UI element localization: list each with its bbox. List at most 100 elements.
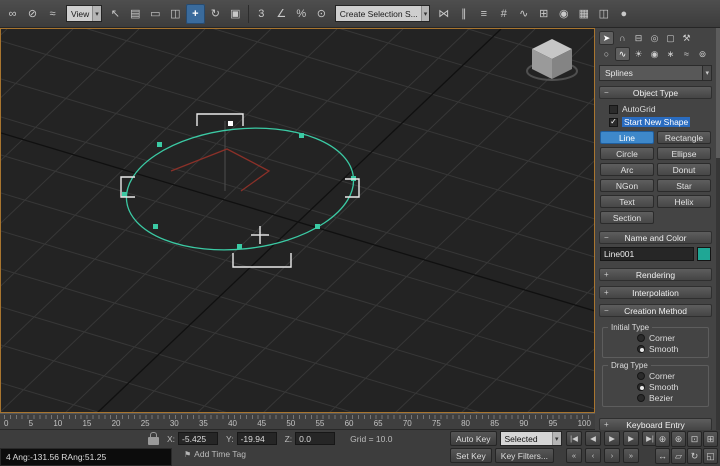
- timeline-frame-label[interactable]: 50: [286, 419, 295, 428]
- rollout-name-and-color-header[interactable]: − Name and Color: [599, 231, 712, 244]
- maximize-viewport-toggle-icon[interactable]: ◱: [703, 448, 718, 464]
- bind-to-space-warp-icon[interactable]: ≈: [43, 4, 62, 24]
- rectangular-selection-region-icon[interactable]: ▭: [146, 4, 165, 24]
- start-new-shape-checkbox[interactable]: ✓ Start New Shape: [609, 116, 711, 128]
- splines-dropdown[interactable]: Splines ▾: [599, 65, 712, 81]
- command-panel-scrollbar[interactable]: [716, 28, 720, 430]
- timeline-frame-label[interactable]: 85: [490, 419, 499, 428]
- timeline-frame-label[interactable]: 65: [374, 419, 383, 428]
- go-to-start-icon[interactable]: |◀: [566, 431, 582, 446]
- object-type-button-text[interactable]: Text: [600, 195, 654, 208]
- object-type-button-line[interactable]: Line: [600, 131, 654, 144]
- selection-filter-dropdown[interactable]: Selected ▾: [500, 431, 562, 446]
- radio-button-icon[interactable]: [637, 394, 645, 402]
- object-type-button-star[interactable]: Star: [657, 179, 711, 192]
- dropdown-arrow-icon[interactable]: ▾: [552, 432, 561, 445]
- category-systems[interactable]: ⊚: [695, 47, 710, 61]
- named-selection-set-dropdown[interactable]: Create Selection S... ▾: [335, 5, 430, 22]
- timeline-frame-label[interactable]: 45: [257, 419, 266, 428]
- dropdown-arrow-icon[interactable]: ▾: [421, 6, 430, 21]
- object-type-button-arc[interactable]: Arc: [600, 163, 654, 176]
- checkmark-icon[interactable]: ✓: [609, 118, 618, 127]
- timeline-frame-label[interactable]: 95: [548, 419, 557, 428]
- tab-modify[interactable]: ∩: [615, 31, 630, 45]
- object-color-swatch[interactable]: [697, 247, 711, 261]
- timeline-frame-label[interactable]: 100: [578, 419, 591, 428]
- rollout-object-type-header[interactable]: − Object Type: [599, 86, 712, 99]
- track-bar[interactable]: 0510152025303540455055606570758085909510…: [0, 413, 595, 430]
- graphite-modeling-tools-icon[interactable]: #: [494, 4, 513, 24]
- select-object-icon[interactable]: ↖: [106, 4, 125, 24]
- timeline-frame-label[interactable]: 90: [519, 419, 528, 428]
- view-dropdown[interactable]: View ▾: [66, 5, 102, 22]
- select-and-scale-icon[interactable]: ▣: [226, 4, 245, 24]
- timeline-frame-label[interactable]: 40: [228, 419, 237, 428]
- timeline-frame-label[interactable]: 60: [345, 419, 354, 428]
- timeline-frame-label[interactable]: 55: [315, 419, 324, 428]
- percent-snap-toggle-icon[interactable]: %: [292, 4, 311, 24]
- render-production-icon[interactable]: ●: [614, 4, 633, 24]
- category-geometry[interactable]: ○: [599, 47, 614, 61]
- timeline-frame-label[interactable]: 70: [403, 419, 412, 428]
- viewcube[interactable]: [527, 39, 577, 80]
- object-type-button-circle[interactable]: Circle: [600, 147, 654, 160]
- object-name-field[interactable]: Line001: [600, 247, 694, 261]
- perspective-viewport[interactable]: [0, 28, 595, 413]
- radio-button-icon[interactable]: [637, 372, 645, 380]
- timeline-frame-label[interactable]: 75: [432, 419, 441, 428]
- field-of-view-icon[interactable]: ▱: [671, 448, 686, 464]
- radio-smooth[interactable]: Smooth: [603, 381, 708, 392]
- radio-button-icon[interactable]: [637, 383, 645, 391]
- previous-key-icon[interactable]: «: [566, 448, 582, 463]
- radio-smooth[interactable]: Smooth: [603, 343, 708, 354]
- play-animation-icon[interactable]: ▶: [604, 431, 620, 446]
- previous-frame-icon[interactable]: ◀: [585, 431, 601, 446]
- manage-layers-icon[interactable]: ≡: [474, 4, 493, 24]
- auto-key-button[interactable]: Auto Key: [450, 431, 497, 446]
- object-type-button-ngon[interactable]: NGon: [600, 179, 654, 192]
- rollout-interpolation-header[interactable]: + Interpolation: [599, 286, 712, 299]
- select-and-link-icon[interactable]: ∞: [3, 4, 22, 24]
- select-by-name-icon[interactable]: ▤: [126, 4, 145, 24]
- select-and-move-icon[interactable]: +: [186, 4, 205, 24]
- angle-snap-toggle-icon[interactable]: ∠: [272, 4, 291, 24]
- timeline-frame-label[interactable]: 0: [4, 419, 8, 428]
- object-type-button-ellipse[interactable]: Ellipse: [657, 147, 711, 160]
- viewport-canvas[interactable]: [1, 29, 594, 412]
- curve-editor-icon[interactable]: ∿: [514, 4, 533, 24]
- key-filters-button[interactable]: Key Filters...: [495, 448, 554, 463]
- align-icon[interactable]: ∥: [454, 4, 473, 24]
- schematic-view-icon[interactable]: ⊞: [534, 4, 553, 24]
- zoom-icon[interactable]: ⊕: [655, 431, 670, 447]
- sub-frame-left-icon[interactable]: ‹: [585, 448, 601, 463]
- unlink-selection-icon[interactable]: ⊘: [23, 4, 42, 24]
- category-helpers[interactable]: ∗: [663, 47, 678, 61]
- rendered-frame-window-icon[interactable]: ◫: [594, 4, 613, 24]
- mirror-icon[interactable]: ⋈: [434, 4, 453, 24]
- pan-view-icon[interactable]: ↔: [655, 448, 670, 464]
- object-type-button-rectangle[interactable]: Rectangle: [657, 131, 711, 144]
- orbit-icon[interactable]: ↻: [687, 448, 702, 464]
- checkbox-icon[interactable]: [609, 105, 618, 114]
- sub-frame-right-icon[interactable]: ›: [604, 448, 620, 463]
- window-crossing-icon[interactable]: ◫: [166, 4, 185, 24]
- object-type-button-helix[interactable]: Helix: [657, 195, 711, 208]
- tab-motion[interactable]: ◎: [647, 31, 662, 45]
- select-and-rotate-icon[interactable]: ↻: [206, 4, 225, 24]
- set-key-button[interactable]: Set Key: [450, 448, 492, 463]
- timeline-frame-label[interactable]: 20: [112, 419, 121, 428]
- category-lights[interactable]: ☀: [631, 47, 646, 61]
- render-setup-icon[interactable]: ▦: [574, 4, 593, 24]
- radio-corner[interactable]: Corner: [603, 370, 708, 381]
- zoom-extents-all-icon[interactable]: ⊞: [703, 431, 718, 447]
- next-frame-icon[interactable]: ▶: [623, 431, 639, 446]
- spinner-snap-toggle-icon[interactable]: ⊙: [312, 4, 331, 24]
- category-shapes[interactable]: ∿: [615, 47, 630, 61]
- timeline-frame-label[interactable]: 35: [199, 419, 208, 428]
- object-type-button-section[interactable]: Section: [600, 211, 654, 224]
- zoom-all-icon[interactable]: ⊛: [671, 431, 686, 447]
- snaps-toggle-icon[interactable]: 3: [252, 4, 271, 24]
- add-time-tag[interactable]: ⚑ Add Time Tag: [184, 449, 246, 459]
- z-coordinate-field[interactable]: 0.0: [295, 432, 335, 445]
- radio-button-icon[interactable]: [637, 345, 645, 353]
